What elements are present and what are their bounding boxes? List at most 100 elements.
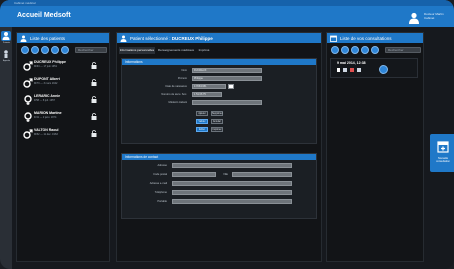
address-field[interactable]: [172, 163, 292, 168]
app-window: Cabinet médical Accueil Medsoft Docteur …: [0, 0, 454, 269]
patient-item[interactable]: DUCREUX Philippe M/64 — 17 juin 1951: [21, 59, 101, 73]
users-icon: [2, 32, 10, 40]
filter-consultation-button[interactable]: [361, 46, 369, 54]
refresh-consultation-button[interactable]: [371, 46, 379, 54]
nav-patients-label: Patients: [2, 42, 11, 44]
filter-patient-button[interactable]: [51, 46, 59, 54]
calendar-plus-icon: [437, 141, 449, 153]
patients-panel: Liste des patients Rechercher DUCREUX Ph…: [16, 32, 110, 262]
new-consultation-button[interactable]: Nouvelle consultation: [430, 134, 454, 172]
left-nav: Patients Agenda: [0, 27, 12, 269]
patient-item[interactable]: VALTON Raoul M/52 — 11 déc. 1963: [21, 127, 101, 141]
lock-icon: [91, 130, 97, 137]
patient-item[interactable]: DUPONT Albert M/73 — 3 mars 1942: [21, 76, 101, 90]
patient-search-input[interactable]: Rechercher: [75, 47, 107, 53]
header-bar: Cabinet médical Accueil Medsoft Docteur …: [0, 0, 454, 27]
calendar-icon: [330, 35, 337, 42]
nav-agenda-button[interactable]: [1, 49, 11, 59]
consultations-panel-title: Liste de vos consultations: [340, 35, 392, 41]
user-icon[interactable]: [408, 12, 420, 24]
field-label: Numéro de sécu. Soc.: [161, 93, 187, 96]
title-strip: Cabinet médical: [0, 0, 454, 6]
patient-detail-title-label: Patient sélectionné :: [130, 35, 171, 41]
nav-patients-button[interactable]: [1, 31, 11, 41]
refresh-patient-button[interactable]: [61, 46, 69, 54]
validate-button[interactable]: Valider: [196, 119, 208, 124]
patient-detail-name: DUCREUX Philippe: [171, 35, 213, 41]
info-section-header: Informations: [122, 59, 316, 65]
new-consultation-label: Nouvelle consultation: [436, 157, 450, 164]
cancel-button[interactable]: Annuler: [211, 119, 223, 124]
print-button[interactable]: Imprimer: [211, 127, 223, 132]
ssn-field[interactable]: 1 51 06 75: [192, 92, 222, 97]
birthdate-field[interactable]: 17/06/1951: [192, 84, 226, 89]
patient-detail-header: Patient sélectionné : DUCREUX Philippe: [117, 33, 321, 43]
lock-icon: [91, 79, 97, 86]
patient-name: DUCREUX Philippe: [34, 60, 66, 64]
patient-name: MARION Martine: [34, 111, 62, 115]
patient-item[interactable]: MARION Martine F/41 — 2 janv. 1974: [21, 110, 101, 124]
edit-consultation-button[interactable]: [341, 46, 349, 54]
contact-section-header: Informations de contact: [122, 154, 316, 160]
consultations-panel-header: Liste de vos consultations: [327, 33, 423, 43]
patient-sub: M/64 — 17 juin 1951: [34, 65, 58, 68]
delete-button[interactable]: Supprimer: [211, 111, 223, 116]
patient-item[interactable]: LERARIC Annie F/58 — 8 juil. 1957: [21, 93, 101, 107]
patients-panel-header: Liste des patients: [17, 33, 109, 43]
tab-personal-info[interactable]: Informations personnelles: [119, 47, 155, 54]
title-strip-text: Cabinet médical: [14, 1, 36, 5]
lock-icon: [91, 62, 97, 69]
consultation-date: 9 mai 2014, 12:38: [337, 61, 366, 65]
add-button[interactable]: Ajouter: [196, 111, 208, 116]
lock-icon: [91, 96, 97, 103]
male-icon: [23, 129, 33, 139]
field-label: Adresse: [157, 164, 167, 167]
contact-section-title: Informations de contact: [125, 155, 159, 159]
users-icon: [20, 35, 27, 42]
lock-icon: [91, 113, 97, 120]
consultation-item[interactable]: 9 mai 2014, 12:38: [330, 58, 418, 78]
consultation-search-input[interactable]: Rechercher: [385, 47, 421, 53]
lastname-field[interactable]: DUCREUX: [192, 68, 262, 73]
phone-field[interactable]: [172, 190, 292, 195]
edit-icon[interactable]: [379, 65, 388, 74]
user-name: Docteur Martin Cabinet: [424, 12, 444, 20]
add-consultation-button[interactable]: [331, 46, 339, 54]
patient-sub: F/58 — 8 juil. 1957: [34, 99, 55, 102]
field-label: Ville: [223, 173, 228, 176]
patient-detail-panel: Patient sélectionné : DUCREUX Philippe I…: [116, 32, 322, 262]
field-label: Adresse e-mail: [149, 182, 167, 185]
delete-consultation-button[interactable]: [351, 46, 359, 54]
email-field[interactable]: [172, 181, 292, 186]
patient-sub: M/52 — 11 déc. 1963: [34, 133, 58, 136]
add-patient-button[interactable]: [21, 46, 29, 54]
field-label: Médecin traitant: [168, 101, 187, 104]
field-label: Téléphone: [154, 191, 167, 194]
mobile-field[interactable]: [172, 199, 292, 204]
delete-patient-button[interactable]: [41, 46, 49, 54]
field-label: Nom: [181, 69, 187, 72]
contact-section: Informations de contact Adresse Code pos…: [121, 153, 317, 219]
male-icon: [23, 61, 33, 71]
nav-agenda-label: Agenda: [3, 60, 10, 62]
field-label: Portable: [157, 200, 167, 203]
field-label: Code postal: [153, 173, 167, 176]
field-label: Date de naissance: [165, 85, 188, 88]
firstname-field[interactable]: Philippe: [192, 76, 262, 81]
patient-sub: F/41 — 2 janv. 1974: [34, 116, 57, 119]
info-section: Informations Nom DUCREUX Prénom Philippe…: [121, 58, 317, 144]
tab-medical-info[interactable]: Renseignements médicaux: [157, 47, 195, 54]
patient-detail-title: Patient sélectionné : DUCREUX Philippe: [130, 36, 213, 41]
edit-button[interactable]: Éditer: [196, 127, 208, 132]
doctor-field[interactable]: [192, 100, 262, 105]
calendar-icon[interactable]: [228, 84, 234, 89]
tab-print[interactable]: Imprimé: [197, 47, 211, 54]
patient-name: LERARIC Annie: [34, 94, 61, 98]
edit-patient-button[interactable]: [31, 46, 39, 54]
patients-panel-title: Liste des patients: [30, 35, 66, 41]
field-label: Prénom: [177, 77, 187, 80]
patient-name: DUPONT Albert: [34, 77, 60, 81]
app-title: Accueil Medsoft: [17, 12, 71, 19]
city-field[interactable]: [232, 172, 292, 177]
patient-name: VALTON Raoul: [34, 128, 59, 132]
